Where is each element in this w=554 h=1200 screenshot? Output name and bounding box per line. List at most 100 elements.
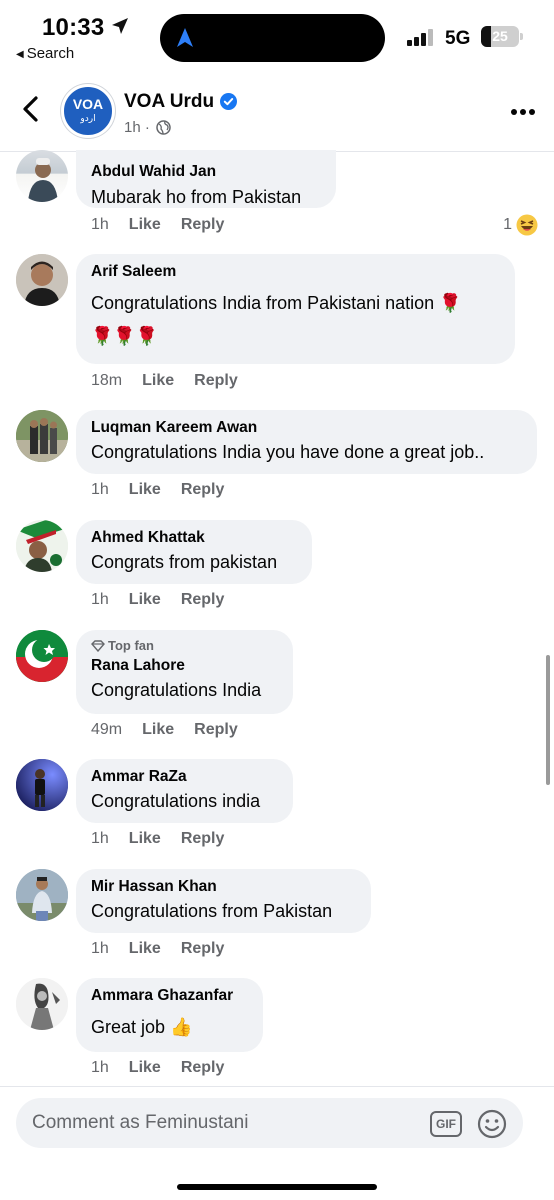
globe-icon <box>156 120 171 135</box>
comment-time: 1h <box>91 940 109 957</box>
like-button[interactable]: Like <box>129 830 161 848</box>
like-button[interactable]: Like <box>129 481 161 499</box>
comment-time: 18m <box>91 372 123 389</box>
comment-actions: 1h Like Reply <box>91 591 244 609</box>
reply-button[interactable]: Reply <box>181 1059 225 1077</box>
comment-time: 1h <box>91 830 109 847</box>
comment-text-continued: 🌹🌹🌹 <box>91 326 159 346</box>
status-time: 10:33 <box>42 14 105 41</box>
home-indicator[interactable] <box>177 1184 377 1190</box>
comment-actions: 1h Like Reply <box>91 216 244 234</box>
battery-icon: 25 <box>481 26 519 47</box>
signal-icon <box>407 29 433 46</box>
reply-button[interactable]: Reply <box>181 591 225 609</box>
back-to-app-link[interactable]: ◀ Search <box>16 45 74 62</box>
comment-bubble[interactable]: Ammar RaZa Congratulations india <box>76 759 293 823</box>
comment-author[interactable]: Ammar RaZa <box>91 767 278 787</box>
avatar-image <box>16 630 68 682</box>
comment-actions: 18m Like Reply <box>91 372 258 390</box>
comment-bubble[interactable]: Luqman Kareem Awan Congratulations India… <box>76 410 537 474</box>
top-fan-badge: Top fan <box>91 638 278 654</box>
reply-button[interactable]: Reply <box>181 216 225 234</box>
comment-time: 49m <box>91 721 123 738</box>
battery-tip <box>520 33 523 40</box>
comment-bubble[interactable]: Mir Hassan Khan Congratulations from Pak… <box>76 869 371 933</box>
comment-bubble[interactable]: Ahmed Khattak Congrats from pakistan <box>76 520 312 584</box>
comment-author[interactable]: Arif Saleem <box>91 262 500 282</box>
post-time: 1h · <box>124 119 150 136</box>
reaction-summary[interactable]: 1 <box>503 214 538 236</box>
like-button[interactable]: Like <box>142 721 174 739</box>
like-button[interactable]: Like <box>129 216 161 234</box>
battery-level: 25 <box>492 28 508 44</box>
page-avatar[interactable]: VOA اردو <box>61 84 115 138</box>
like-button[interactable]: Like <box>129 1059 161 1077</box>
scrollbar[interactable] <box>546 655 550 785</box>
comment-text: Congratulations from Pakistan <box>91 901 333 921</box>
comment-text: Great job 👍 <box>91 1017 193 1037</box>
comment-bubble[interactable]: Arif Saleem Congratulations India from P… <box>76 254 515 364</box>
avatar[interactable] <box>16 150 68 202</box>
page-name[interactable]: VOA Urdu <box>124 91 214 113</box>
avatar-image <box>16 520 68 572</box>
avatar-image <box>16 410 68 462</box>
verified-badge-icon <box>220 93 237 110</box>
gif-button[interactable]: GIF <box>430 1111 462 1137</box>
comment-text: Congratulations India <box>91 680 262 700</box>
reply-button[interactable]: Reply <box>181 940 225 958</box>
comment-actions: 1h Like Reply <box>91 481 244 499</box>
comment-author[interactable]: Ammara Ghazanfar <box>91 986 248 1006</box>
reply-button[interactable]: Reply <box>181 481 225 499</box>
comment-author[interactable]: Abdul Wahid Jan <box>91 162 321 182</box>
avatar-image <box>16 978 68 1030</box>
avatar-image <box>16 759 68 811</box>
comment-author[interactable]: Rana Lahore <box>91 656 278 676</box>
network-type: 5G <box>445 28 471 49</box>
comment-bubble[interactable]: Top fan Rana Lahore Congratulations Indi… <box>76 630 293 714</box>
avatar[interactable] <box>16 410 68 462</box>
comment-time: 1h <box>91 216 109 233</box>
page-avatar-logo: VOA اردو <box>72 96 104 123</box>
comment-text: Congratulations India you have done a gr… <box>91 442 485 462</box>
like-button[interactable]: Like <box>129 940 161 958</box>
comment-author[interactable]: Mir Hassan Khan <box>91 877 356 897</box>
reaction-count: 1 <box>503 216 512 233</box>
comment-text: Congratulations india <box>91 791 261 811</box>
back-triangle-icon: ◀ <box>16 49 24 60</box>
comment-author[interactable]: Ahmed Khattak <box>91 528 297 548</box>
comment-composer: GIF <box>0 1086 554 1200</box>
more-options-icon[interactable] <box>510 108 536 116</box>
comment-text: Congratulations India from Pakistani nat… <box>91 293 462 313</box>
comment-actions: 1h Like Reply <box>91 830 244 848</box>
avatar[interactable] <box>16 254 68 306</box>
back-arrow-icon[interactable] <box>18 94 44 124</box>
emoji-picker-icon[interactable] <box>477 1109 507 1139</box>
comment-actions: 1h Like Reply <box>91 1059 244 1077</box>
comment-author[interactable]: Luqman Kareem Awan <box>91 418 522 438</box>
avatar[interactable] <box>16 630 68 682</box>
comment-text: Congrats from pakistan <box>91 552 278 572</box>
avatar-image <box>28 158 58 202</box>
reply-button[interactable]: Reply <box>194 721 238 739</box>
location-arrow-icon <box>112 18 128 34</box>
avatar[interactable] <box>16 869 68 921</box>
avatar[interactable] <box>16 978 68 1030</box>
comment-bubble[interactable]: Ammara Ghazanfar Great job 👍 <box>76 978 263 1052</box>
navigation-arrow-icon <box>177 28 193 47</box>
reply-button[interactable]: Reply <box>194 372 238 390</box>
avatar[interactable] <box>16 520 68 572</box>
comment-bubble[interactable]: Abdul Wahid Jan Mubarak ho from Pakistan <box>76 150 336 208</box>
reply-button[interactable]: Reply <box>181 830 225 848</box>
back-app-label: Search <box>26 45 75 62</box>
comment-actions: 49m Like Reply <box>91 721 258 739</box>
like-button[interactable]: Like <box>129 591 161 609</box>
laughing-emoji-icon <box>516 214 538 236</box>
comment-time: 1h <box>91 481 109 498</box>
comment-time: 1h <box>91 591 109 608</box>
comment-time: 1h <box>91 1059 109 1076</box>
status-bar: 10:33 ◀ Search 5G 25 <box>0 0 554 70</box>
comment-text: Mubarak ho from Pakistan <box>91 187 302 207</box>
avatar[interactable] <box>16 759 68 811</box>
diamond-icon <box>91 640 105 653</box>
like-button[interactable]: Like <box>142 372 174 390</box>
